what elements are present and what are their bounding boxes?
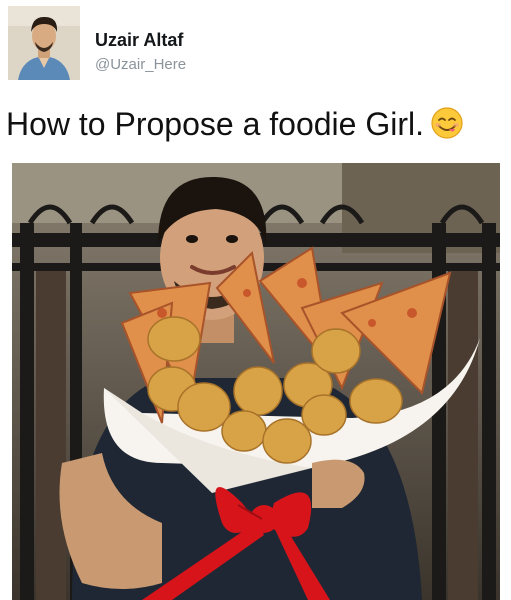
- tweet-text: How to Propose a foodie Girl.: [6, 106, 464, 144]
- avatar-photo-icon: [8, 6, 80, 80]
- display-name[interactable]: Uzair Altaf: [95, 30, 183, 51]
- tweet-header: Uzair Altaf @Uzair_Here: [6, 6, 496, 80]
- pizza-nugget-bouquet-photo-icon: [12, 163, 500, 600]
- tweet-text-content: How to Propose a foodie Girl.: [6, 106, 424, 142]
- tweet-photo[interactable]: [12, 163, 500, 600]
- face-savoring-food-emoji-icon: [430, 106, 464, 140]
- avatar[interactable]: [8, 6, 80, 80]
- user-handle[interactable]: @Uzair_Here: [95, 56, 186, 73]
